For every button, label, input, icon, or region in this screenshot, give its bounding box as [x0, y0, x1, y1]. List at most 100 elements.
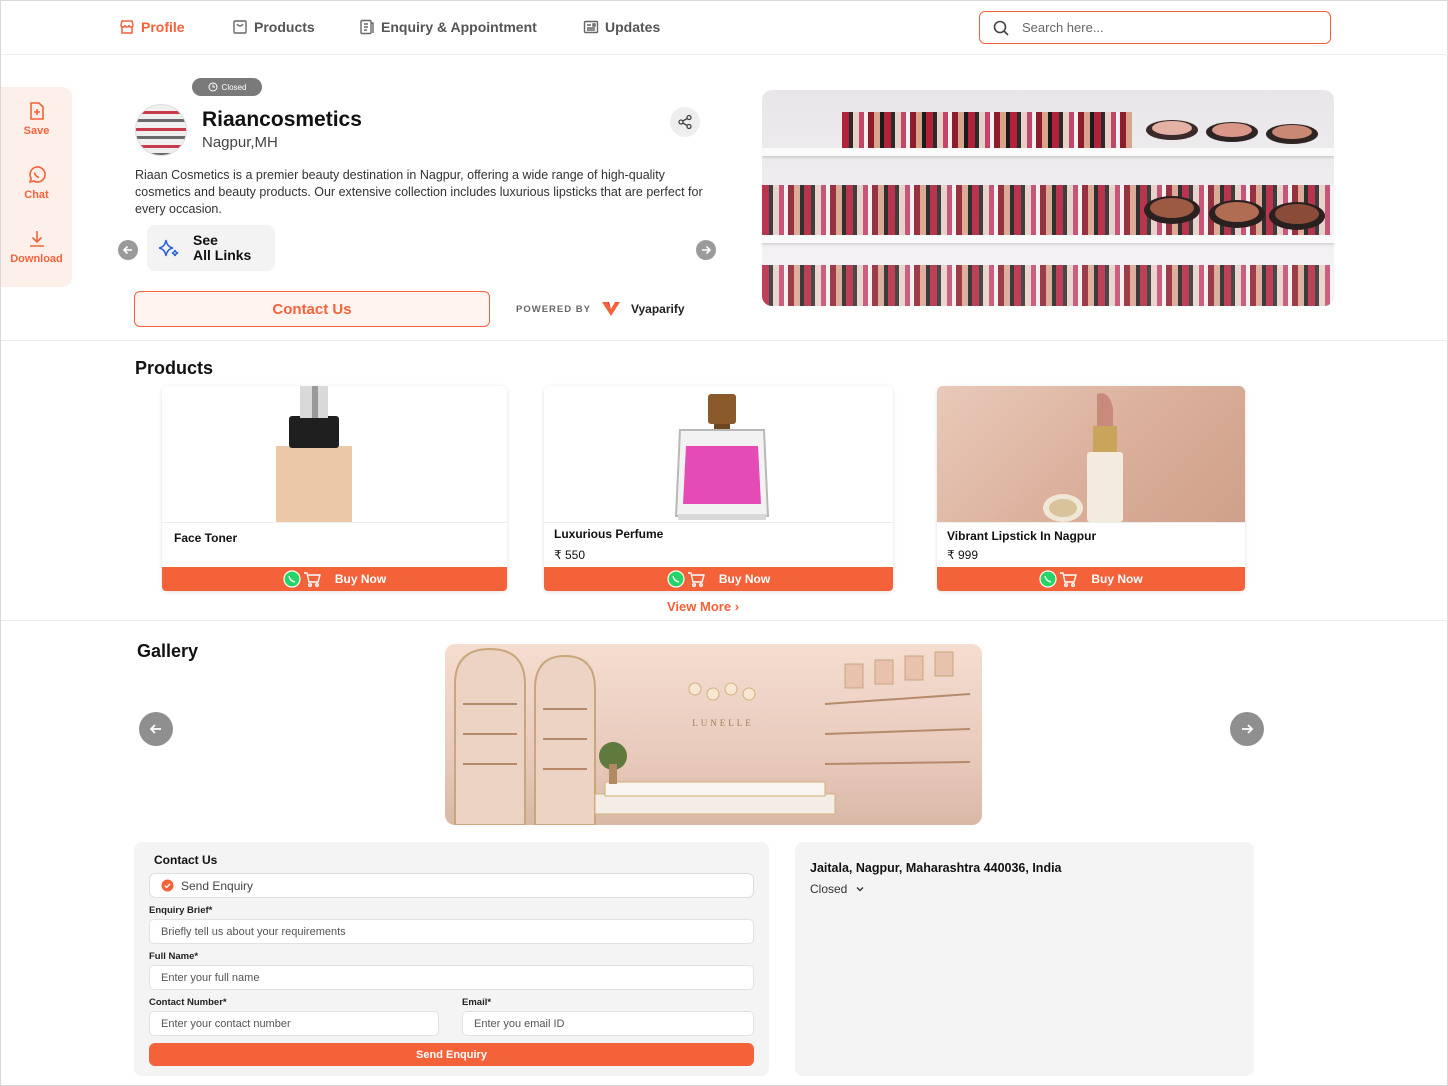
- search-input[interactable]: [1022, 20, 1302, 35]
- search-box[interactable]: [979, 11, 1331, 44]
- arrow-right-icon: [702, 245, 712, 255]
- arrow-right-icon: [1242, 724, 1254, 734]
- contact-form-panel: Contact Us Send Enquiry Enquiry Brief* F…: [134, 842, 769, 1076]
- document-icon: [360, 19, 374, 35]
- chat-label: Chat: [24, 189, 49, 201]
- contact-form-title: Contact Us: [154, 853, 218, 867]
- buy-now-button[interactable]: Buy Now: [162, 567, 507, 591]
- product-image-face-toner: [162, 386, 507, 523]
- nav-tab-enquiry[interactable]: Enquiry & Appointment: [359, 19, 537, 35]
- status-badge: Closed: [192, 78, 262, 96]
- save-label: Save: [23, 125, 50, 137]
- download-button[interactable]: Download: [1, 229, 72, 265]
- status-label: Closed: [221, 82, 247, 92]
- email-label: Email*: [462, 997, 492, 1008]
- whatsapp-cart-icon: [283, 570, 321, 588]
- share-button[interactable]: [670, 107, 700, 137]
- see-links-label-1: See: [193, 232, 218, 248]
- view-more-label: View More: [667, 599, 732, 614]
- chevron-down-icon: [856, 887, 864, 892]
- newspaper-icon: [583, 20, 599, 34]
- products-title: Products: [135, 358, 214, 378]
- contact-number-field[interactable]: [149, 1011, 439, 1036]
- chat-button[interactable]: Chat: [1, 165, 72, 201]
- store-sign-text: LUNELLE: [692, 718, 754, 728]
- share-icon: [678, 114, 692, 130]
- product-name: Face Toner: [174, 531, 238, 545]
- see-all-links-button[interactable]: See All Links: [147, 225, 275, 271]
- view-more-link[interactable]: View More ›: [667, 599, 739, 614]
- store-icon: [120, 20, 134, 34]
- email-field[interactable]: [462, 1011, 754, 1036]
- section-divider: [1, 620, 1448, 621]
- links-prev-button[interactable]: [118, 240, 138, 260]
- business-hours-dropdown[interactable]: Closed: [810, 882, 865, 896]
- enquiry-brief-label: Enquiry Brief*: [149, 905, 213, 916]
- product-price: ₹ 999: [947, 548, 978, 562]
- product-image-perfume: [544, 386, 893, 523]
- enquiry-brief-field[interactable]: [149, 919, 754, 944]
- product-price: ₹ 550: [554, 548, 585, 562]
- product-card[interactable]: Vibrant Lipstick In Nagpur ₹ 999 Buy Now: [937, 386, 1245, 591]
- send-enquiry-tab[interactable]: Send Enquiry: [149, 873, 754, 898]
- search-icon: [993, 20, 1009, 36]
- section-divider: [1, 340, 1448, 341]
- side-action-bar: Save Chat Download: [1, 87, 72, 287]
- save-button[interactable]: Save: [1, 101, 72, 137]
- nav-tab-label: Enquiry & Appointment: [381, 19, 537, 35]
- product-card[interactable]: Luxurious Perfume ₹ 550 Buy Now: [544, 386, 893, 591]
- contact-us-button[interactable]: Contact Us: [134, 291, 490, 327]
- gallery-prev-button[interactable]: [139, 712, 173, 746]
- full-name-field[interactable]: [149, 965, 754, 990]
- hours-status: Closed: [810, 882, 848, 896]
- nav-tab-label: Updates: [605, 19, 661, 35]
- business-description: Riaan Cosmetics is a premier beauty dest…: [135, 168, 703, 216]
- sparkle-icon: [158, 239, 179, 257]
- bag-icon: [233, 20, 247, 34]
- chevron-right-icon: ›: [734, 599, 740, 614]
- top-navigation: Profile Products Enquiry & Appointment U…: [1, 1, 1448, 55]
- arrow-left-icon: [149, 724, 161, 734]
- send-enquiry-tab-label: Send Enquiry: [181, 878, 254, 893]
- full-name-label: Full Name*: [149, 951, 199, 962]
- business-location: Nagpur,MH: [202, 134, 278, 151]
- download-icon: [29, 231, 44, 247]
- whatsapp-cart-icon: [667, 570, 705, 588]
- gallery-store-image: LUNELLE: [445, 644, 982, 825]
- nav-tab-label: Profile: [141, 19, 185, 35]
- buy-now-label: Buy Now: [718, 572, 771, 586]
- arrow-left-icon: [122, 245, 132, 255]
- hero-store-image: [762, 90, 1334, 306]
- check-circle-icon: [161, 879, 174, 892]
- gallery-next-button[interactable]: [1230, 712, 1264, 746]
- save-file-icon: [29, 102, 44, 120]
- product-name: Vibrant Lipstick In Nagpur: [947, 529, 1097, 543]
- buy-now-button[interactable]: Buy Now: [937, 567, 1245, 591]
- see-links-label-2: All Links: [193, 247, 252, 263]
- vyaparify-logo-icon: [601, 302, 620, 316]
- buy-now-label: Buy Now: [334, 572, 387, 586]
- powered-by-brand: Vyaparify: [630, 302, 685, 316]
- business-address: Jaitala, Nagpur, Maharashtra 440036, Ind…: [810, 861, 1062, 875]
- avatar: [135, 104, 187, 156]
- compact-powders-graphic: [1144, 120, 1325, 230]
- nav-tab-profile[interactable]: Profile: [119, 19, 185, 35]
- gallery-title: Gallery: [137, 641, 199, 661]
- business-name: Riaancosmetics: [202, 108, 362, 131]
- powered-by-label: POWERED BY: [516, 303, 591, 315]
- whatsapp-cart-icon: [1039, 570, 1078, 588]
- download-label: Download: [10, 253, 63, 265]
- nav-tab-label: Products: [254, 19, 315, 35]
- location-panel: Jaitala, Nagpur, Maharashtra 440036, Ind…: [795, 842, 1254, 1076]
- nav-tab-products[interactable]: Products: [232, 19, 315, 35]
- clock-icon: [208, 82, 218, 92]
- powered-by: POWERED BY Vyaparify: [516, 301, 685, 317]
- links-next-button[interactable]: [696, 240, 716, 260]
- contact-number-label: Contact Number*: [149, 997, 227, 1008]
- product-card[interactable]: Face Toner Buy Now: [162, 386, 507, 591]
- send-enquiry-button[interactable]: Send Enquiry: [149, 1043, 754, 1066]
- nav-tab-updates[interactable]: Updates: [583, 19, 660, 35]
- buy-now-label: Buy Now: [1091, 572, 1143, 586]
- product-name: Luxurious Perfume: [554, 527, 664, 541]
- buy-now-button[interactable]: Buy Now: [544, 567, 893, 591]
